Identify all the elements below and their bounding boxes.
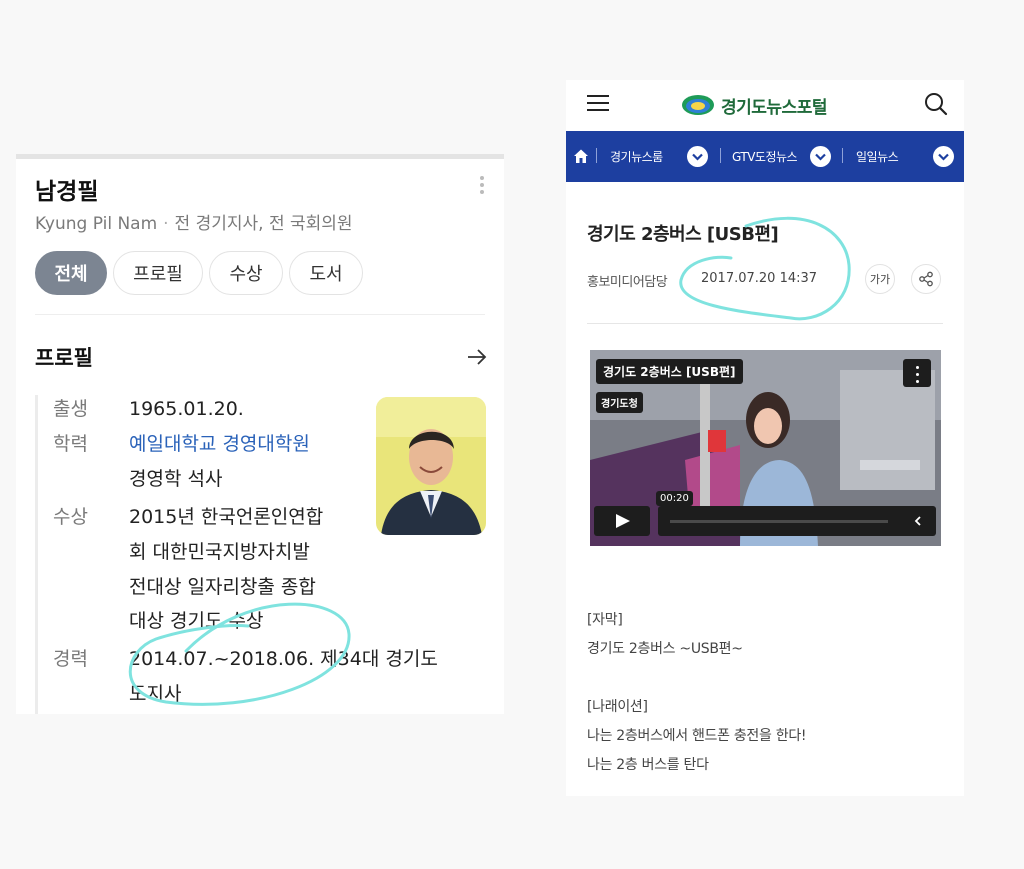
- chevron-left-icon[interactable]: [912, 515, 924, 527]
- menu-icon[interactable]: [587, 95, 609, 113]
- narration-line: 나는 2층버스에서 핸드폰 충전을 한다!: [587, 728, 807, 744]
- profile-photo[interactable]: [376, 397, 486, 535]
- category-nav: 경기뉴스룸 GTV도정뉴스 일일뉴스: [566, 131, 964, 182]
- profile-tabs: 전체 프로필 수상 도서: [35, 251, 363, 295]
- news-portal-page: 경기도뉴스포털 경기뉴스룸 GTV도정뉴스 일일뉴스 경기도 2층버스 [USB…: [566, 80, 964, 796]
- nav-item-newsroom[interactable]: 경기뉴스룸: [610, 148, 663, 165]
- nav-divider: [720, 148, 721, 163]
- video-channel: 경기도청: [596, 392, 643, 413]
- play-button[interactable]: [594, 506, 650, 536]
- subtitle-text: 경기도 2층버스 ~USB편~: [587, 641, 743, 657]
- tab-profile[interactable]: 프로필: [113, 251, 203, 295]
- person-roles: 전 경기지사, 전 국회의원: [174, 214, 353, 234]
- tab-books[interactable]: 도서: [289, 251, 363, 295]
- award-label: 수상: [53, 506, 88, 528]
- article-date: 2017.07.20 14:37: [701, 271, 818, 286]
- person-name-english: Kyung Pil Nam: [35, 214, 158, 234]
- info-left-rule: [35, 395, 38, 714]
- video-controls: [658, 506, 936, 536]
- narration-line: 나는 2층 버스를 탄다: [587, 757, 709, 773]
- section-title: 프로필: [35, 346, 93, 370]
- education-label: 학력: [53, 433, 88, 455]
- nav-item-daily[interactable]: 일일뉴스: [856, 148, 899, 165]
- arrow-right-icon[interactable]: [466, 347, 488, 367]
- article-department: 홍보미디어담당: [587, 275, 668, 290]
- nav-divider: [842, 148, 843, 163]
- search-icon[interactable]: [923, 91, 949, 117]
- video-player[interactable]: 경기도 2층버스 [USB편] 경기도청 00:20: [590, 350, 941, 546]
- share-icon: [919, 271, 933, 287]
- award-line: 전대상 일자리창출 종합: [129, 576, 316, 598]
- divider: [35, 314, 485, 315]
- education-degree: 경영학 석사: [129, 468, 223, 490]
- video-progress-track[interactable]: [670, 520, 888, 523]
- subtitle-tag: [자막]: [587, 612, 623, 628]
- play-icon: [616, 514, 630, 528]
- gyeonggi-logo-icon: [682, 95, 714, 115]
- award-line: 회 대한민국지방자치발: [129, 541, 310, 563]
- award-line: 대상 경기도 수상: [129, 610, 264, 632]
- video-timestamp: 00:20: [656, 491, 693, 506]
- card-top-divider: [16, 154, 504, 159]
- article-title: 경기도 2층버스 [USB편]: [587, 224, 779, 245]
- person-subtitle: Kyung Pil Nam · 전 경기지사, 전 국회의원: [35, 209, 353, 234]
- career-line: 도지사: [129, 683, 182, 705]
- share-button[interactable]: [911, 264, 941, 294]
- tab-all[interactable]: 전체: [35, 251, 107, 295]
- nav-divider: [596, 148, 597, 163]
- nav-item-gtv[interactable]: GTV도정뉴스: [732, 148, 798, 165]
- video-more-icon[interactable]: [903, 359, 931, 387]
- birth-label: 출생: [53, 398, 88, 420]
- top-bar: 경기도뉴스포털: [566, 80, 964, 130]
- portal-logo[interactable]: 경기도뉴스포털: [681, 90, 827, 120]
- profile-card: 남경필 Kyung Pil Nam · 전 경기지사, 전 국회의원 전체 프로필 …: [16, 154, 504, 714]
- award-line: 2015년 한국언론인연합: [129, 506, 324, 528]
- tab-awards[interactable]: 수상: [209, 251, 283, 295]
- person-name: 남경필: [35, 179, 99, 205]
- video-title: 경기도 2층버스 [USB편]: [596, 359, 743, 384]
- home-icon[interactable]: [573, 148, 589, 164]
- career-label: 경력: [53, 648, 88, 670]
- chevron-down-icon[interactable]: [810, 146, 831, 167]
- chevron-down-icon[interactable]: [933, 146, 954, 167]
- chevron-down-icon[interactable]: [687, 146, 708, 167]
- career-line: 2014.07.~2018.06. 제34대 경기도: [129, 648, 438, 670]
- more-options-icon[interactable]: [476, 174, 488, 196]
- education-link[interactable]: 예일대학교 경영대학원: [129, 427, 310, 462]
- font-size-button[interactable]: 가가: [865, 264, 895, 294]
- narration-tag: [나래이션]: [587, 699, 648, 715]
- separator-dot: ·: [163, 214, 169, 234]
- portal-title: 경기도뉴스포털: [721, 97, 827, 118]
- birth-value: 1965.01.20.: [129, 398, 244, 420]
- divider: [587, 323, 943, 324]
